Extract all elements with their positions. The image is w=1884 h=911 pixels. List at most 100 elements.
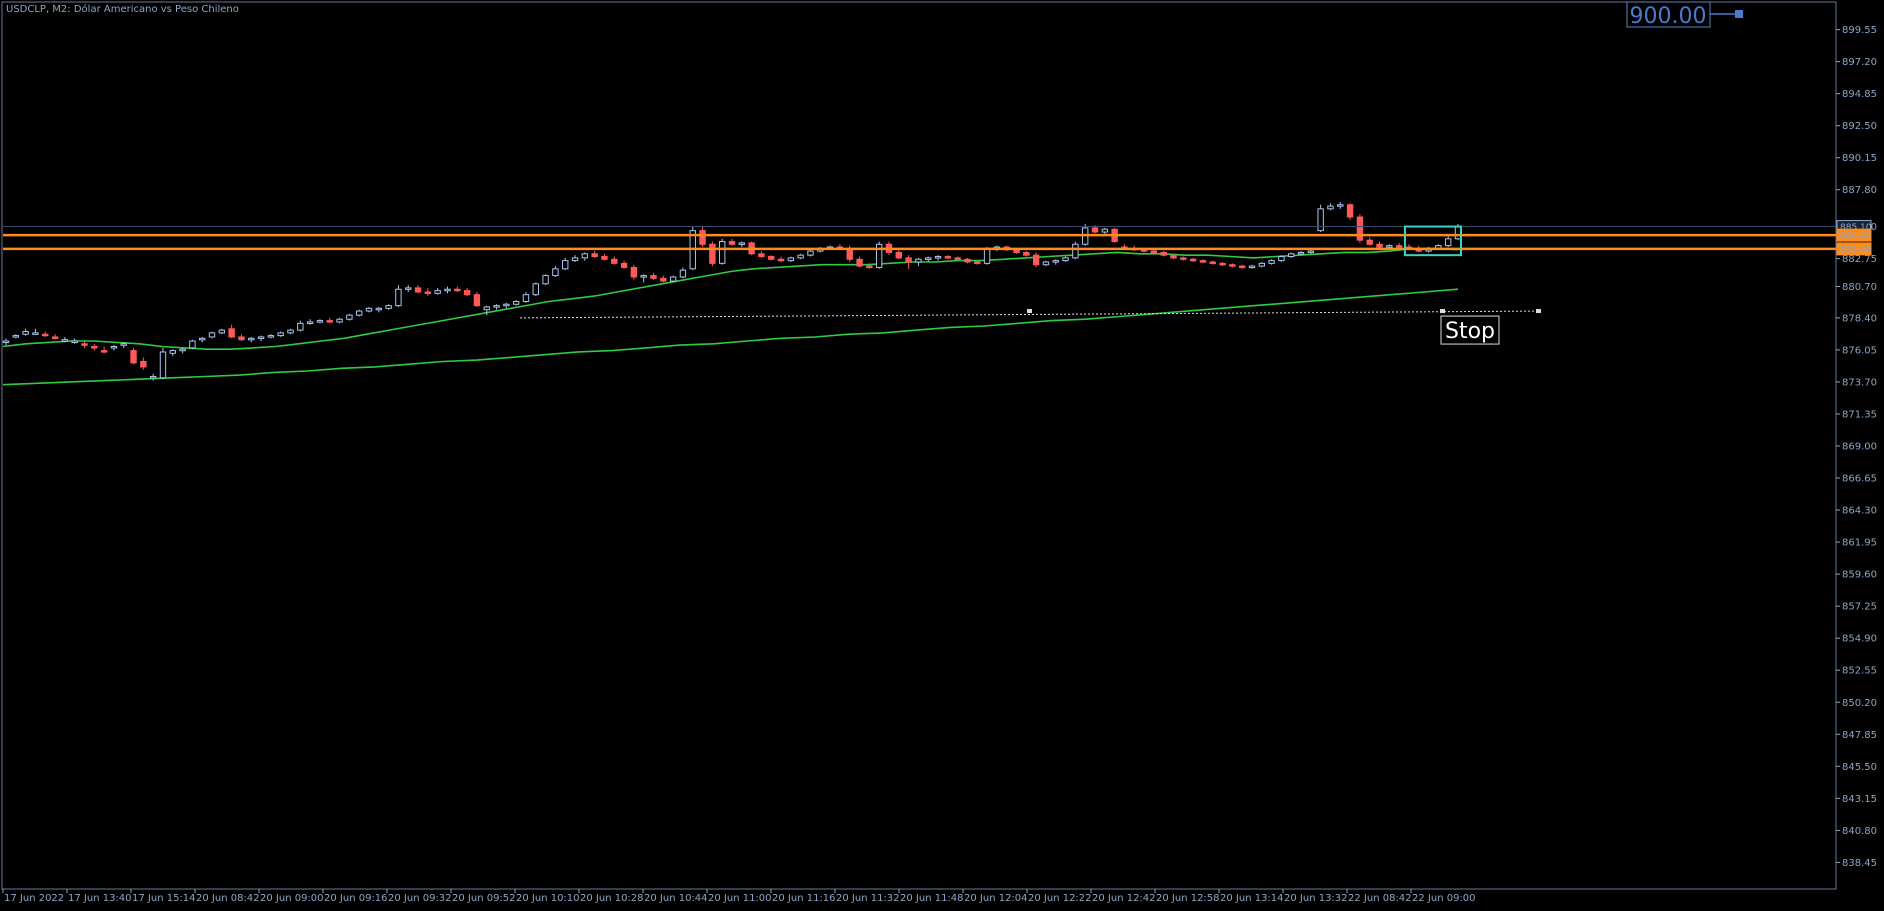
stop-line-anchor[interactable] [1027,309,1032,314]
y-tick-label: 887.80 [1842,185,1877,196]
candle-body [1278,256,1285,262]
candle-body [630,266,638,278]
selection-rectangle[interactable] [1403,225,1462,257]
candle-body [954,257,961,260]
candle-body [149,375,157,379]
candle-body [787,257,795,262]
candle-body [934,256,942,259]
stop-label-text: Stop [1445,319,1495,344]
candle-body [1366,239,1373,245]
x-tick-label: 20 Jun 11:48 [900,893,964,904]
candle-body [964,258,971,263]
y-tick-label: 873.70 [1842,377,1877,388]
candle-body [326,320,333,323]
candle-body [120,343,127,346]
candle-body [159,351,167,379]
candle-body [61,339,69,342]
candle-body [640,275,647,278]
x-tick-label: 20 Jun 09:52 [452,893,516,904]
candle-body [228,328,235,338]
annotations[interactable]: 900.00 Stop [519,1,1743,345]
x-tick-label: 20 Jun 11:32 [836,893,900,904]
x-tick-label: 20 Jun 10:44 [644,893,708,904]
candle-body [42,333,49,337]
candle-body [650,275,657,279]
x-axis: 17 Jun 2022 17 Jun 13:40 17 Jun 15:14 20 Ju… [2,889,1476,904]
y-tick-label: 857.25 [1842,602,1877,613]
price-label-text: 900.00 [1630,4,1707,29]
candle-body [581,253,589,259]
stop-line-anchor[interactable] [1440,309,1445,314]
candle-body [709,243,716,264]
candle-body [777,258,785,262]
y-tick-label: 845.50 [1842,762,1877,773]
candle-body [1307,250,1315,254]
candle-body [1268,260,1275,264]
candle-body [375,307,383,311]
candle-body [728,241,736,245]
candle-body [1189,258,1197,262]
stop-line-anchor[interactable] [1536,309,1541,314]
price-chart[interactable]: USDCLP, M2: Dólar Americano vs Peso Chil… [0,0,1884,911]
candle-body [110,345,118,349]
candle-body [1199,260,1207,263]
y-tick-label: 866.65 [1842,474,1877,485]
candle-body [601,256,608,260]
candle-body [611,258,618,264]
candle-body [503,303,510,307]
candle-body [1376,243,1383,248]
candle-body [915,258,922,263]
candles [2,202,1462,381]
price-label-handle[interactable] [1735,10,1743,18]
x-tick-label: 17 Jun 2022 [4,893,64,904]
candle-body [385,305,392,309]
y-tick-label: 894.85 [1842,89,1877,100]
y-tick-label: 899.55 [1842,25,1877,36]
candle-body [395,288,402,307]
y-tick-label: 880.70 [1842,282,1877,293]
candle-body [1327,205,1334,210]
candle-body [414,287,422,293]
candle-body [1337,204,1344,207]
candle-body [91,345,98,349]
candle-body [306,321,314,324]
candle-body [562,260,569,270]
x-tick-label: 20 Jun 09:32 [388,893,452,904]
candle-body [463,290,471,296]
candle-body [905,257,912,263]
candle-body [267,335,275,338]
candle-body [532,283,539,296]
candle-body [925,257,932,260]
candle-body [71,340,78,344]
candle-body [248,337,255,341]
price-levels[interactable]: 885.10884.47883.46 [3,220,1872,256]
candle-body [32,332,39,335]
candle-body [287,329,294,334]
candle-body [355,310,363,316]
candle-body [1091,227,1099,233]
candle-body [454,288,461,292]
x-tick-label: 20 Jun 12:04 [964,893,1028,904]
candle-body [365,307,373,312]
fast-ma-line [2,247,1459,351]
candle-body [208,332,216,338]
chart-window[interactable]: USDCLP, M2: Dólar Americano vs Peso Chil… [0,0,1884,911]
candle-body [1209,261,1216,264]
candle-body [238,336,245,341]
candle-body [179,348,186,352]
y-tick-label: 864.30 [1842,506,1877,517]
candle-body [699,230,706,245]
x-tick-label: 20 Jun 13:14 [1220,893,1284,904]
x-tick-label: 20 Jun 13:32 [1284,893,1348,904]
y-tick-label: 859.60 [1842,570,1877,581]
candle-body [718,241,726,264]
candle-body [199,337,206,341]
candle-body [2,340,10,344]
y-tick-label: 852.55 [1842,666,1877,677]
x-tick-label: 20 Jun 12:22 [1028,893,1092,904]
level-price-label: 883.46 [1840,245,1872,255]
candle-body [552,268,559,277]
candle-body [1444,238,1452,247]
candle-body [140,360,147,368]
candle-body [512,301,520,305]
